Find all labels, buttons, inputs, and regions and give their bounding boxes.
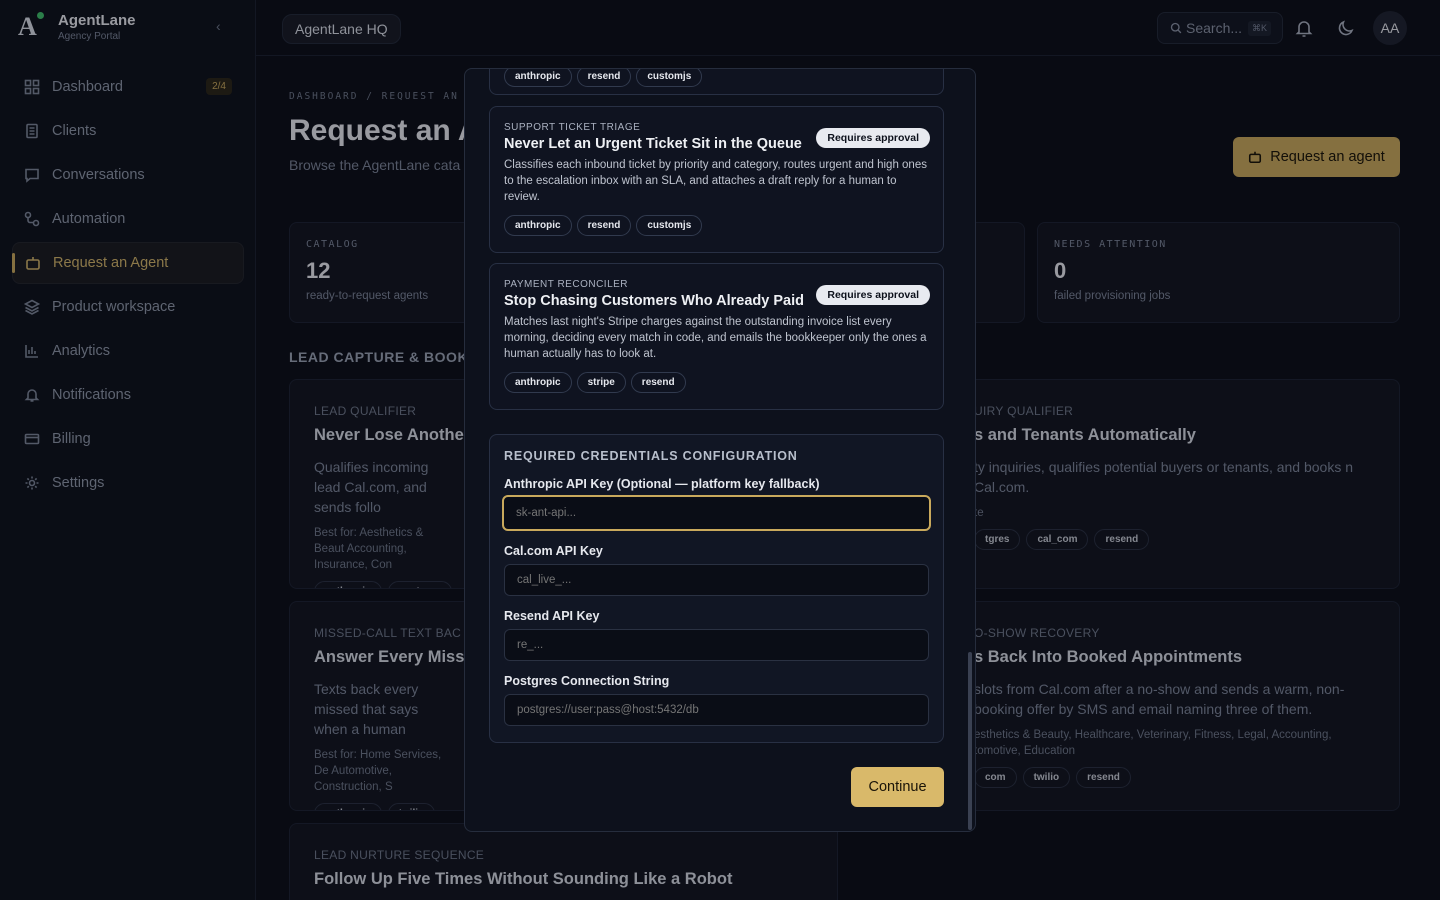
agent-desc: Classifies each inbound ticket by priori… <box>504 159 927 203</box>
modal-scrollbar[interactable] <box>968 652 972 830</box>
credentials-panel: REQUIRED CREDENTIALS CONFIGURATION Anthr… <box>489 434 944 743</box>
postgres-string-label: Postgres Connection String <box>504 674 670 688</box>
integration-chip: resend <box>630 372 686 393</box>
integration-chip: customjs <box>636 215 703 236</box>
request-agent-modal: anthropic resend customjs Requires appro… <box>464 68 976 832</box>
integration-chip: resend <box>576 215 632 236</box>
agent-option-card[interactable]: Requires approval PAYMENT RECONCILER Sto… <box>489 263 944 410</box>
integration-chip: anthropic <box>504 69 572 87</box>
integration-chip: anthropic <box>504 372 572 393</box>
integration-chip: stripe <box>576 372 626 393</box>
chip-row: anthropic resend customjs <box>504 69 929 87</box>
calcom-key-label: Cal.com API Key <box>504 544 603 558</box>
integration-chip: customjs <box>636 69 703 87</box>
continue-button[interactable]: Continue <box>851 767 944 807</box>
agent-option-card[interactable]: anthropic resend customjs <box>489 69 944 95</box>
requires-approval-badge: Requires approval <box>816 285 930 305</box>
resend-key-label: Resend API Key <box>504 609 600 623</box>
chip-row: anthropic stripe resend <box>504 372 929 393</box>
credentials-title: REQUIRED CREDENTIALS CONFIGURATION <box>504 449 798 463</box>
resend-key-input[interactable] <box>504 629 929 661</box>
anthropic-key-label: Anthropic API Key (Optional — platform k… <box>504 477 820 491</box>
chip-row: anthropic resend customjs <box>504 215 929 236</box>
requires-approval-badge: Requires approval <box>816 128 930 148</box>
anthropic-key-input[interactable] <box>502 495 931 531</box>
integration-chip: anthropic <box>504 215 572 236</box>
integration-chip: resend <box>576 69 632 87</box>
postgres-string-input[interactable] <box>504 694 929 726</box>
agent-desc: Matches last night's Stripe charges agai… <box>504 316 927 360</box>
agent-option-card[interactable]: Requires approval SUPPORT TICKET TRIAGE … <box>489 106 944 253</box>
calcom-key-input[interactable] <box>504 564 929 596</box>
